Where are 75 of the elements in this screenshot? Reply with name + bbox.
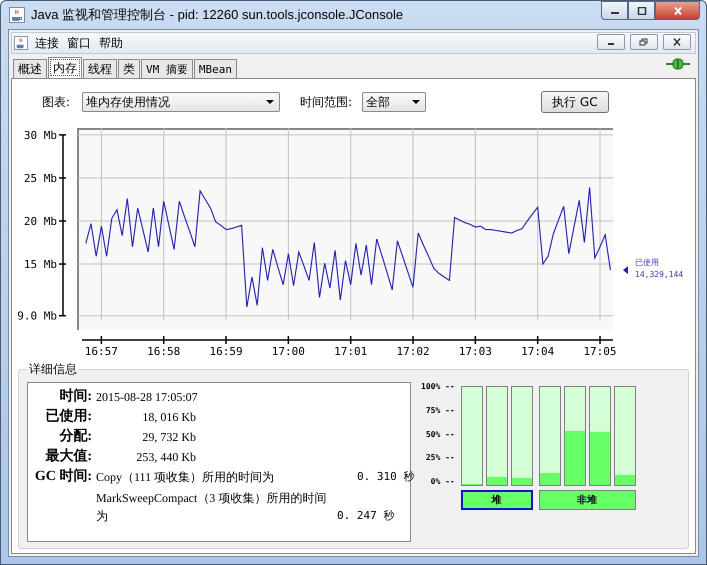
minimize-button[interactable]	[597, 34, 625, 50]
close-icon	[672, 38, 682, 46]
x-tick-label: 17:00	[272, 345, 305, 358]
x-tick-label: 16:57	[84, 345, 118, 358]
x-tick-label: 16:59	[209, 345, 243, 358]
detail-label: GC 时间:	[34, 468, 92, 486]
percent-tick-label: 75% --	[424, 406, 455, 415]
detail-label: 最大值:	[44, 448, 92, 466]
gc-time: 0. 247 秒	[337, 508, 394, 524]
connection-plug-icon	[666, 58, 690, 70]
window-title: Java 监视和管理控制台 - pid: 12260 sun.tools.jconsole.JConsole	[31, 6, 404, 24]
close-button[interactable]	[663, 34, 691, 50]
y-tick-label: 15 Mb	[24, 258, 57, 272]
memory-pool-bar[interactable]	[460, 386, 483, 486]
percent-tick-label: 25% --	[424, 453, 455, 462]
caret-icon	[412, 100, 420, 104]
memory-pool-bar[interactable]	[538, 386, 561, 486]
memory-pool-bar[interactable]	[614, 386, 636, 486]
close-icon	[672, 6, 682, 14]
gc-description: MarkSweepCompact（3 项收集）所用的时间为	[96, 490, 328, 525]
close-button[interactable]	[655, 1, 700, 20]
memory-pool-bar[interactable]	[588, 386, 611, 486]
x-tick-label: 17:04	[521, 345, 554, 358]
x-tick-label: 17:05	[583, 345, 617, 358]
y-tick-label: 30 Mb	[24, 128, 57, 142]
detail-label: 已使用:	[44, 408, 92, 426]
pool-group-button[interactable]: 非堆	[538, 490, 636, 510]
menu-item[interactable]: 窗口	[66, 34, 92, 52]
percent-tick-label: 0% --	[430, 477, 455, 486]
minimize-button[interactable]	[601, 1, 628, 20]
x-tick-label: 17:03	[458, 345, 492, 358]
time-range-dropdown[interactable]: 全部	[362, 92, 426, 112]
detail-label: 分配:	[58, 428, 92, 446]
detail-value: 18, 016 Kb	[141, 409, 196, 426]
tab[interactable]: 线程	[83, 59, 117, 78]
legend-value: 14,329,144	[635, 270, 684, 280]
percent-tick-label: 50% --	[424, 430, 455, 438]
maximize-icon	[636, 6, 646, 14]
x-tick-label: 17:01	[334, 345, 368, 358]
detail-value: 29, 732 Kb	[141, 429, 196, 446]
memory-pool-bar[interactable]	[510, 386, 533, 486]
gc-time: 0. 310 秒	[357, 469, 414, 485]
detail-value: 253, 440 Kb	[135, 449, 196, 466]
y-tick-label: 9.0 Mb	[17, 310, 57, 323]
chart-dropdown[interactable]: 堆内存使用情况	[82, 92, 280, 112]
chart-label: 图表:	[42, 94, 70, 110]
percent-tick-label: 100% --	[421, 382, 455, 391]
tab[interactable]: VM 摘要	[141, 59, 193, 78]
pool-group-button[interactable]: 堆	[460, 490, 533, 510]
gc-description: Copy（111 项收集）所用的时间为	[96, 469, 276, 486]
current-value-marker	[623, 266, 628, 274]
group-title: 详细信息	[28, 361, 78, 378]
legend-name: 已使用	[635, 258, 659, 268]
coffee-cup-icon	[14, 36, 28, 50]
tab[interactable]: 类	[118, 59, 140, 78]
restore-button[interactable]	[630, 34, 658, 50]
detail-value: 2015-08-28 17:05:07	[96, 389, 198, 406]
time-range-label: 时间范围:	[300, 94, 352, 110]
tab[interactable]: 内存	[48, 57, 82, 78]
x-tick-label: 17:02	[396, 345, 430, 358]
tab[interactable]: 概述	[13, 59, 47, 78]
coffee-cup-icon	[9, 7, 25, 23]
memory-pool-bar[interactable]	[486, 386, 508, 486]
perform-gc-button[interactable]: 执行 GC	[541, 91, 609, 113]
caret-icon	[266, 100, 274, 104]
y-tick-label: 20 Mb	[24, 214, 57, 228]
x-tick-label: 16:58	[147, 345, 180, 358]
menu-item[interactable]: 帮助	[98, 34, 124, 52]
detail-label: 时间:	[58, 388, 92, 406]
tab[interactable]: MBean	[194, 59, 237, 78]
y-tick-label: 25 Mb	[24, 172, 57, 185]
memory-pool-bar[interactable]	[564, 386, 586, 486]
maximize-button[interactable]	[628, 1, 655, 20]
menu-item[interactable]: 连接	[34, 34, 60, 52]
restore-icon	[639, 38, 649, 46]
